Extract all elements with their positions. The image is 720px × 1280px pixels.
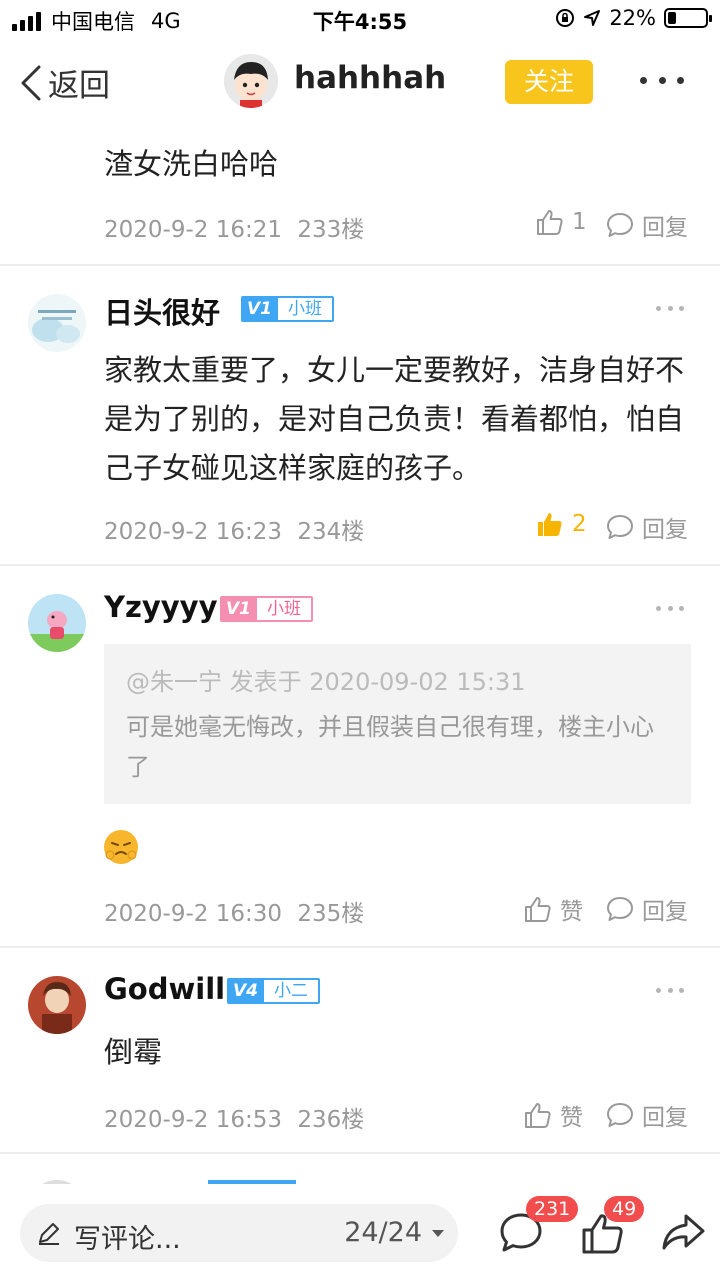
rank-label: 小二 xyxy=(264,978,320,1004)
cartoon-avatar-icon xyxy=(224,54,278,108)
level-badge: V1 小班 xyxy=(220,596,313,622)
level-label: V1 xyxy=(220,596,257,622)
comment-floor: 234楼 xyxy=(297,519,365,545)
comment-more-button[interactable] xyxy=(656,306,684,314)
comment-date: 2020-9-2 16:21 xyxy=(104,217,282,243)
like-count: 2 xyxy=(572,511,587,537)
comment-count-badge: 231 xyxy=(526,1196,579,1222)
comment-item: 渣女洗白哈哈 2020-9-2 16:21 233楼 1 回复 xyxy=(0,124,720,266)
commenter-avatar[interactable] xyxy=(28,976,86,1034)
like-button[interactable]: 1 xyxy=(536,208,587,236)
nav-bar: 返回 hahhhah 关注 xyxy=(0,40,720,124)
reply-button[interactable]: 回复 xyxy=(606,510,688,544)
comment-item: 日头很好 V1 小班 家教太重要了，女儿一定要教好，洁身自好不是为了别的，是对自… xyxy=(0,266,720,566)
rank-label: 小班 xyxy=(278,296,334,322)
author-name[interactable]: hahhhah xyxy=(294,60,446,96)
comment-item: Godwill V4 小二 倒霉 2020-9-2 16:53 236楼 赞 回… xyxy=(0,948,720,1154)
comment-meta: 2020-9-2 16:21 233楼 xyxy=(104,210,364,244)
status-bar: 中国电信 4G 下午4:55 22% xyxy=(0,0,720,40)
comment-text: 家教太重要了，女儿一定要教好，洁身自好不是为了别的，是对自己负责！看着都怕，怕自… xyxy=(104,353,685,485)
commenter-avatar[interactable] xyxy=(28,294,86,352)
reply-button[interactable]: 回复 xyxy=(606,892,688,926)
reply-label: 回复 xyxy=(642,517,688,543)
comment-feed[interactable]: 渣女洗白哈哈 2020-9-2 16:21 233楼 1 回复 日头很好 V1 … xyxy=(0,124,720,1184)
comment-item: Yzyyyy V1 小班 @朱一宁 发表于 2020-09-02 15:31 可… xyxy=(0,566,720,948)
follow-button[interactable]: 关注 xyxy=(505,60,593,104)
like-button[interactable]: 赞 xyxy=(524,1098,583,1132)
commenter-avatar[interactable] xyxy=(28,594,86,652)
battery-icon xyxy=(664,8,712,28)
grumpy-face-emoji-icon xyxy=(104,830,138,864)
quote-text: 可是她毫无悔改，并且假装自己很有理，楼主小心了 xyxy=(126,713,654,781)
cartoon-pig-avatar-icon xyxy=(28,594,86,652)
like-label: 赞 xyxy=(560,1105,583,1131)
comment-floor: 235楼 xyxy=(297,901,365,927)
commenter-name[interactable]: 日头很好 xyxy=(104,290,220,332)
write-comment-input[interactable]: 写评论... 24/24 xyxy=(20,1204,458,1262)
back-label: 返回 xyxy=(48,68,110,104)
more-dot-icon xyxy=(677,76,684,84)
speech-bubble-icon xyxy=(607,213,633,237)
comment-floor: 233楼 xyxy=(297,217,365,243)
level-badge: V1 小班 xyxy=(241,296,334,322)
thumbs-up-icon xyxy=(525,897,551,922)
commenter-name[interactable]: Yzyyyy xyxy=(104,590,218,624)
thumbs-up-icon xyxy=(525,1103,551,1128)
comment-more-button[interactable] xyxy=(656,606,684,614)
like-count: 1 xyxy=(572,209,587,235)
quoted-comment[interactable]: @朱一宁 发表于 2020-09-02 15:31 可是她毫无悔改，并且假装自己… xyxy=(104,644,691,804)
level-badge: V4 小二 xyxy=(227,978,320,1004)
comment-meta: 2020-9-2 16:23 234楼 xyxy=(104,512,364,546)
comment-placeholder: 写评论... xyxy=(74,1224,181,1255)
comment-text: 倒霉 xyxy=(104,1035,163,1069)
quote-header: @朱一宁 发表于 2020-09-02 15:31 xyxy=(126,668,526,696)
more-dot-icon xyxy=(658,76,666,84)
speech-bubble-icon xyxy=(607,897,633,921)
more-dot-icon xyxy=(640,76,647,84)
location-icon xyxy=(584,10,601,26)
like-button[interactable]: 赞 xyxy=(524,892,583,926)
speech-bubble-icon xyxy=(607,1103,633,1127)
reply-label: 回复 xyxy=(642,899,688,925)
caret-down-icon[interactable] xyxy=(432,1230,444,1237)
chevron-left-icon xyxy=(21,65,41,100)
pencil-icon xyxy=(39,1223,59,1245)
level-label: V4 xyxy=(227,978,264,1004)
rotation-lock-icon xyxy=(556,9,575,27)
more-options-button[interactable] xyxy=(640,66,684,94)
author-avatar[interactable] xyxy=(224,54,278,108)
back-button[interactable]: 返回 xyxy=(20,60,110,105)
thumbs-up-filled-icon xyxy=(538,513,562,536)
watercolor-avatar-icon xyxy=(28,294,86,352)
comment-meta: 2020-9-2 16:53 236楼 xyxy=(104,1100,364,1134)
speech-bubble-icon xyxy=(607,515,633,539)
comment-item xyxy=(0,1154,720,1184)
commenter-name[interactable]: Godwill xyxy=(104,972,225,1006)
like-count-badge: 49 xyxy=(604,1196,645,1222)
share-icon[interactable] xyxy=(660,1210,706,1256)
comment-date: 2020-9-2 16:30 xyxy=(104,901,282,927)
comment-date: 2020-9-2 16:53 xyxy=(104,1107,282,1133)
comment-text: 渣女洗白哈哈 xyxy=(104,147,279,181)
reply-label: 回复 xyxy=(642,215,688,241)
rank-label: 小班 xyxy=(257,596,313,622)
portrait-avatar-icon xyxy=(28,976,86,1034)
battery-percent: 22% xyxy=(609,6,656,30)
comment-floor: 236楼 xyxy=(297,1107,365,1133)
reply-label: 回复 xyxy=(642,1105,688,1131)
reply-button[interactable]: 回复 xyxy=(606,1098,688,1132)
comment-date: 2020-9-2 16:23 xyxy=(104,519,282,545)
reply-button[interactable]: 回复 xyxy=(606,208,688,242)
level-label: V1 xyxy=(241,296,278,322)
comment-meta: 2020-9-2 16:30 235楼 xyxy=(104,894,364,928)
thumbs-up-icon xyxy=(537,210,563,235)
bottom-bar: 写评论... 24/24 231 49 xyxy=(0,1184,720,1280)
comment-more-button[interactable] xyxy=(656,988,684,996)
like-button[interactable]: 2 xyxy=(536,510,587,538)
page-indicator[interactable]: 24/24 xyxy=(344,1217,422,1248)
like-label: 赞 xyxy=(560,899,583,925)
